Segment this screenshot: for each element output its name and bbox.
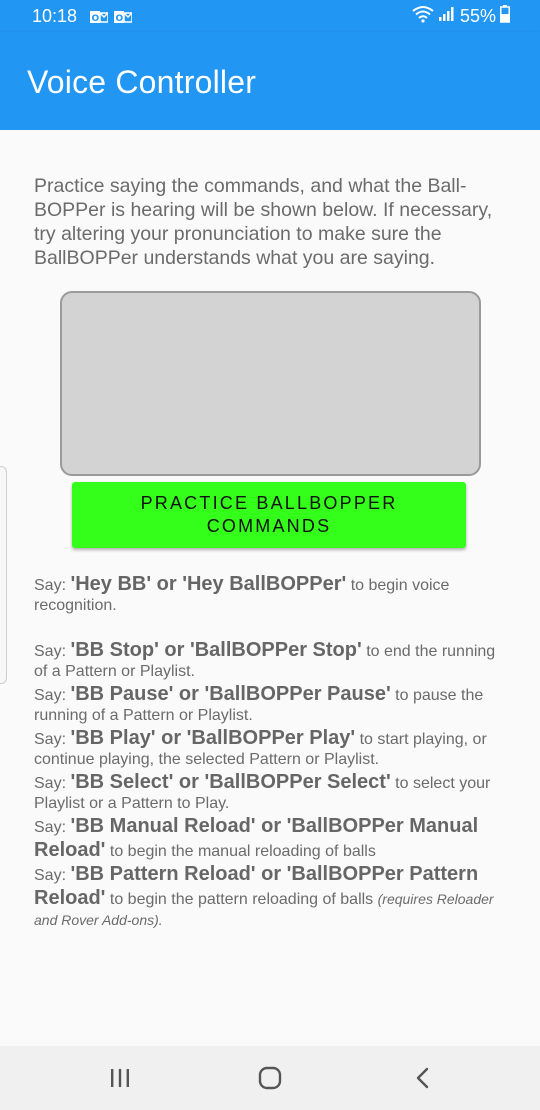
speech-recognition-display <box>60 291 481 476</box>
command-item: Say: 'BB Select' or 'BallBOPPer Select' … <box>34 771 491 812</box>
navigation-bar <box>0 1046 540 1110</box>
app-bar: Voice Controller <box>0 32 540 130</box>
command-item: Say: 'BB Pause' or 'BallBOPPer Pause' to… <box>34 683 484 724</box>
signal-icon <box>438 6 456 27</box>
home-icon[interactable] <box>255 1064 285 1092</box>
outlook-icon: O <box>90 8 109 24</box>
command-item: Say: 'Hey BB' or 'Hey BallBOPPer' to beg… <box>34 573 450 614</box>
command-phrase: 'BB Stop' or 'BallBOPPer Stop' <box>70 639 362 661</box>
command-item: Say: 'BB Pattern Reload' or 'BallBOPPer … <box>34 863 494 928</box>
intro-text: Practice saying the commands, and what t… <box>34 175 493 269</box>
command-item: Say: 'BB Play' or 'BallBOPPer Play' to s… <box>34 727 487 768</box>
practice-commands-button[interactable]: PRACTICE BALLBOPPER COMMANDS <box>72 482 466 548</box>
battery-icon <box>500 5 510 28</box>
main-content[interactable]: Practice saying the commands, and what t… <box>0 130 540 1046</box>
edge-panel-handle[interactable] <box>0 466 7 684</box>
command-phrase: 'Hey BB' or 'Hey BallBOPPer' <box>70 573 347 595</box>
battery-percent: 55% <box>459 6 496 26</box>
svg-text:O: O <box>116 14 124 24</box>
page-title: Voice Controller <box>27 64 257 100</box>
command-phrase: 'BB Select' or 'BallBOPPer Select' <box>70 771 391 793</box>
status-bar: 10:18 O O 55% <box>0 0 540 32</box>
status-time: 10:18 <box>32 6 78 26</box>
commands-list: Say: 'Hey BB' or 'Hey BallBOPPer' to beg… <box>34 572 508 931</box>
wifi-icon <box>412 5 434 28</box>
back-icon[interactable] <box>408 1064 438 1092</box>
command-item: Say: 'BB Manual Reload' or 'BallBOPPer M… <box>34 815 479 861</box>
svg-text:O: O <box>92 14 100 24</box>
recents-icon[interactable] <box>105 1064 135 1092</box>
command-phrase: 'BB Pause' or 'BallBOPPer Pause' <box>70 683 391 705</box>
command-item: Say: 'BB Stop' or 'BallBOPPer Stop' to e… <box>34 639 496 680</box>
status-right: 55% <box>412 5 510 28</box>
command-phrase: 'BB Play' or 'BallBOPPer Play' <box>70 727 356 749</box>
outlook-icon: O <box>114 8 133 24</box>
